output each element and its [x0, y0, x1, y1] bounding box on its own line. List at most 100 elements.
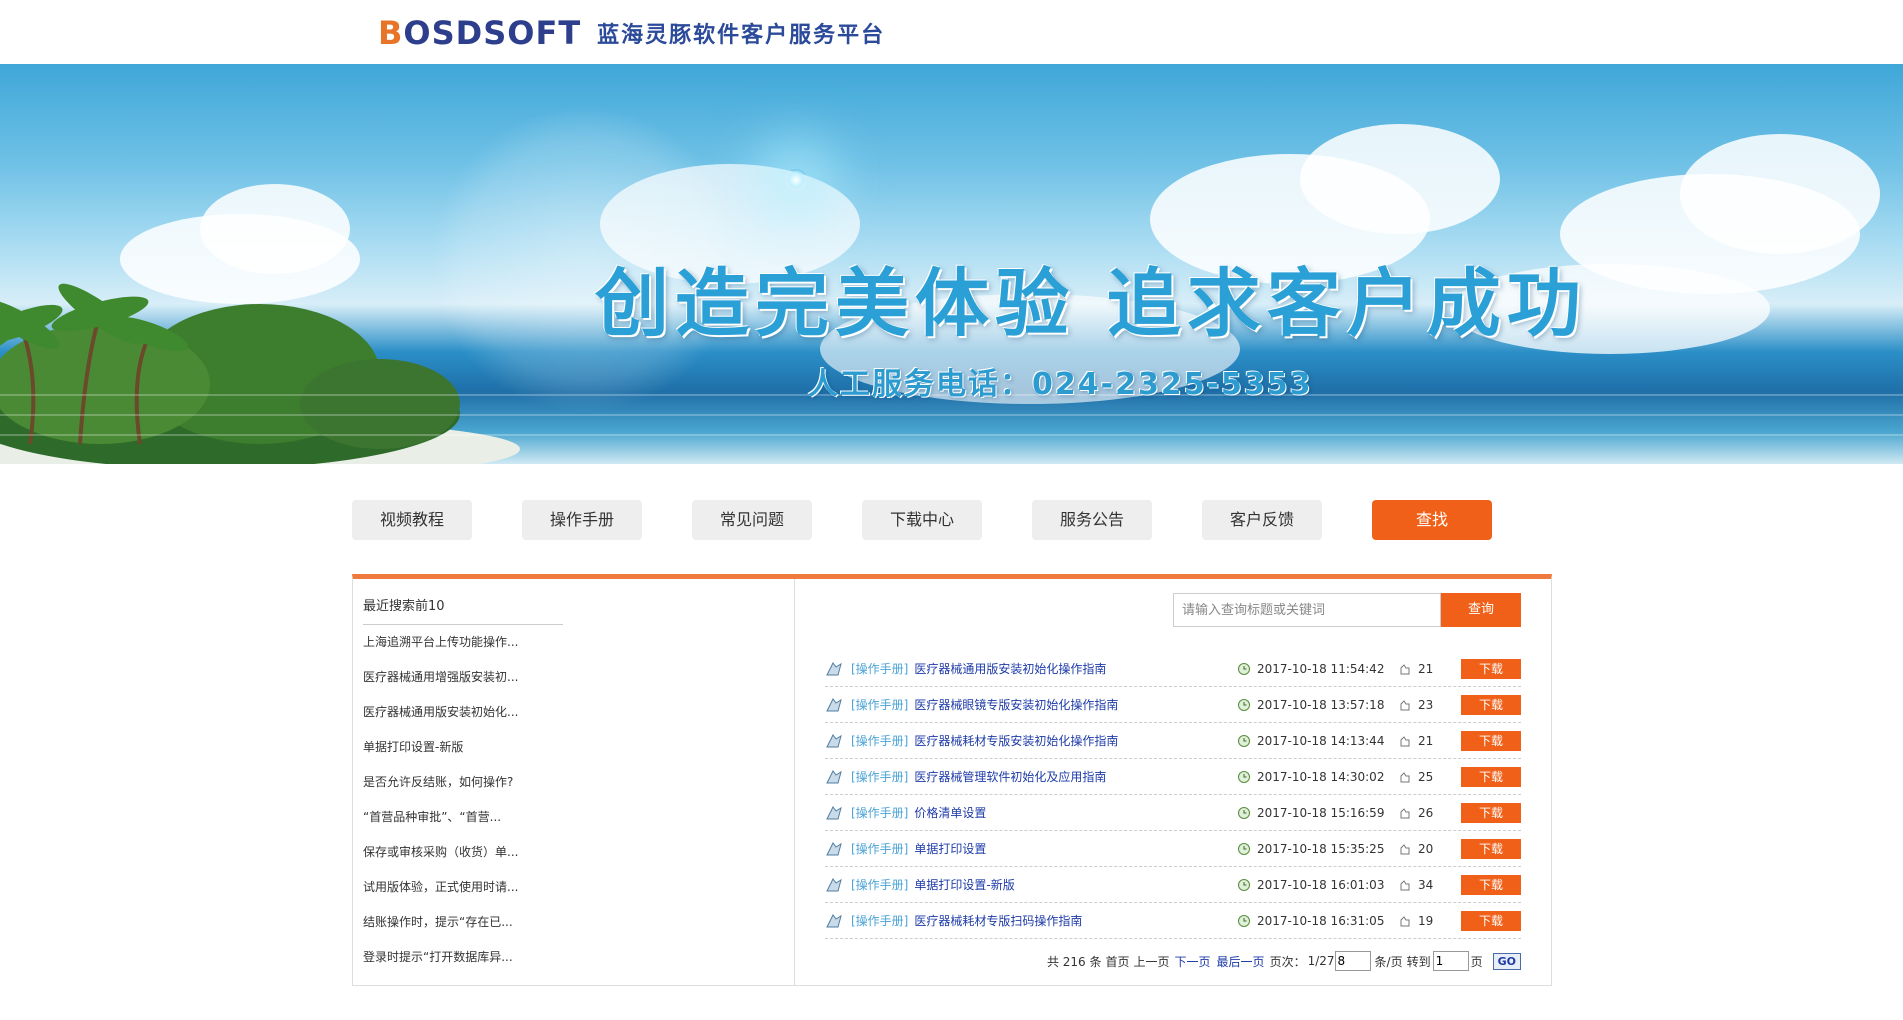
site-header: BOSDSOFT 蓝海灵豚软件客户服务平台 [0, 0, 1903, 64]
nav-faq[interactable]: 常见问题 [692, 500, 812, 540]
download-button[interactable]: 下载 [1461, 766, 1521, 787]
recent-searches: 最近搜索前10 上海追溯平台上传功能操作... 医疗器械通用增强版安装初... … [353, 579, 795, 985]
clock-icon [1237, 842, 1251, 856]
recent-search-item[interactable]: 上海追溯平台上传功能操作... [363, 625, 784, 660]
recent-search-item[interactable]: 登录时提示“打开数据库异... [363, 940, 784, 975]
result-title-link[interactable]: 单据打印设置-新版 [914, 876, 1014, 893]
recent-search-item[interactable]: “首营品种审批”、“首营... [363, 800, 784, 835]
per-page-input[interactable] [1334, 951, 1371, 971]
result-views: 21 [1398, 662, 1433, 676]
pager-goto-label: 转到 [1406, 954, 1431, 969]
result-category[interactable]: [操作手册] [851, 660, 908, 677]
nav-manuals[interactable]: 操作手册 [522, 500, 642, 540]
recent-search-item[interactable]: 医疗器械通用增强版安装初... [363, 660, 784, 695]
result-time-text: 2017-10-18 16:01:03 [1257, 877, 1385, 892]
result-category[interactable]: [操作手册] [851, 912, 908, 929]
download-button[interactable]: 下载 [1461, 802, 1521, 823]
pager-last-link[interactable]: 最后一页 [1217, 953, 1265, 970]
result-views-count: 34 [1418, 877, 1434, 892]
result-time-text: 2017-10-18 11:54:42 [1257, 661, 1385, 676]
pager-page-info: 1/27 [1307, 954, 1335, 968]
logo[interactable]: BOSDSOFT 蓝海灵豚软件客户服务平台 [378, 14, 885, 52]
clock-icon [1237, 770, 1251, 784]
result-row: [操作手册] 医疗器械耗材专版安装初始化操作指南 2017-10-18 14:13:… [825, 723, 1521, 759]
nav-search[interactable]: 查找 [1372, 500, 1492, 540]
result-time: 2017-10-18 16:31:05 [1237, 914, 1384, 928]
nav-video-tutorials[interactable]: 视频教程 [352, 500, 472, 540]
goto-page-input[interactable] [1432, 951, 1469, 971]
views-icon [1398, 806, 1412, 820]
result-title-link[interactable]: 医疗器械通用版安装初始化操作指南 [914, 660, 1106, 677]
recent-search-item[interactable]: 单据打印设置-新版 [363, 730, 784, 765]
search-button[interactable]: 查询 [1441, 593, 1521, 627]
result-title-link[interactable]: 医疗器械管理软件初始化及应用指南 [914, 768, 1106, 785]
result-category[interactable]: [操作手册] [851, 768, 908, 785]
clock-icon [1237, 734, 1251, 748]
views-icon [1398, 842, 1412, 856]
content-panel: 最近搜索前10 上海追溯平台上传功能操作... 医疗器械通用增强版安装初... … [352, 574, 1552, 986]
result-time: 2017-10-18 14:13:44 [1237, 734, 1384, 748]
result-category[interactable]: [操作手册] [851, 876, 908, 893]
download-button[interactable]: 下载 [1461, 910, 1521, 931]
clock-icon [1237, 914, 1251, 928]
nav-announcements[interactable]: 服务公告 [1032, 500, 1152, 540]
recent-search-item[interactable]: 保存或审核采购（收货）单... [363, 835, 784, 870]
pager-page-suffix: 页 [1470, 954, 1483, 969]
result-views-count: 21 [1418, 661, 1434, 676]
result-row: [操作手册] 单据打印设置-新版 2017-10-18 16:01:03 34 下载 [825, 867, 1521, 903]
recent-search-item[interactable]: 医疗器械通用版安装初始化... [363, 695, 784, 730]
document-icon [825, 841, 843, 857]
result-views: 34 [1398, 878, 1433, 892]
search-input[interactable] [1173, 593, 1441, 627]
pagination: 共 216 条 首页 上一页 下一页 最后一页 页次： 1/27 条/页 转到 … [1045, 951, 1521, 971]
result-time-text: 2017-10-18 14:13:44 [1257, 733, 1385, 748]
result-row: [操作手册] 医疗器械管理软件初始化及应用指南 2017-10-18 14:30:0… [825, 759, 1521, 795]
result-time: 2017-10-18 14:30:02 [1237, 770, 1384, 784]
result-time-text: 2017-10-18 13:57:18 [1257, 697, 1385, 712]
clock-icon [1237, 698, 1251, 712]
recent-search-item[interactable]: 结账操作时，提示“存在已... [363, 905, 784, 940]
result-title-link[interactable]: 价格清单设置 [914, 804, 986, 821]
nav-downloads[interactable]: 下载中心 [862, 500, 982, 540]
nav-feedback[interactable]: 客户反馈 [1202, 500, 1322, 540]
recent-search-item[interactable]: 试用版体验，正式使用时请... [363, 870, 784, 905]
result-category[interactable]: [操作手册] [851, 840, 908, 857]
results-list: [操作手册] 医疗器械通用版安装初始化操作指南 2017-10-18 11:54:4… [825, 651, 1521, 939]
clock-icon [1237, 878, 1251, 892]
download-button[interactable]: 下载 [1461, 838, 1521, 859]
views-icon [1398, 914, 1412, 928]
logo-mark: BOSDSOFT [378, 14, 582, 52]
recent-search-item[interactable]: 是否允许反结账，如何操作? [363, 765, 784, 800]
download-button[interactable]: 下载 [1461, 694, 1521, 715]
clock-icon [1237, 662, 1251, 676]
go-button[interactable]: GO [1492, 952, 1521, 970]
document-icon [825, 733, 843, 749]
banner-slogan: 创造完美体验 追求客户成功 [595, 261, 1587, 347]
result-time-text: 2017-10-18 15:16:59 [1257, 805, 1385, 820]
views-icon [1398, 770, 1412, 784]
result-title-link[interactable]: 医疗器械耗材专版安装初始化操作指南 [914, 732, 1118, 749]
download-button[interactable]: 下载 [1461, 658, 1521, 679]
result-category[interactable]: [操作手册] [851, 732, 908, 749]
result-time: 2017-10-18 11:54:42 [1237, 662, 1384, 676]
result-time: 2017-10-18 15:16:59 [1237, 806, 1384, 820]
result-title-link[interactable]: 单据打印设置 [914, 840, 986, 857]
result-category[interactable]: [操作手册] [851, 696, 908, 713]
document-icon [825, 661, 843, 677]
download-button[interactable]: 下载 [1461, 874, 1521, 895]
result-views-count: 23 [1418, 697, 1434, 712]
result-views-count: 25 [1418, 769, 1434, 784]
result-title-link[interactable]: 医疗器械眼镜专版安装初始化操作指南 [914, 696, 1118, 713]
document-icon [825, 769, 843, 785]
document-icon [825, 697, 843, 713]
result-title-link[interactable]: 医疗器械耗材专版扫码操作指南 [914, 912, 1082, 929]
result-time: 2017-10-18 16:01:03 [1237, 878, 1384, 892]
pager-next-link[interactable]: 下一页 [1175, 953, 1211, 970]
download-button[interactable]: 下载 [1461, 730, 1521, 751]
result-time-text: 2017-10-18 16:31:05 [1257, 913, 1385, 928]
result-views-count: 21 [1418, 733, 1434, 748]
site-title: 蓝海灵豚软件客户服务平台 [597, 23, 886, 48]
document-icon [825, 805, 843, 821]
views-icon [1398, 878, 1412, 892]
result-category[interactable]: [操作手册] [851, 804, 908, 821]
